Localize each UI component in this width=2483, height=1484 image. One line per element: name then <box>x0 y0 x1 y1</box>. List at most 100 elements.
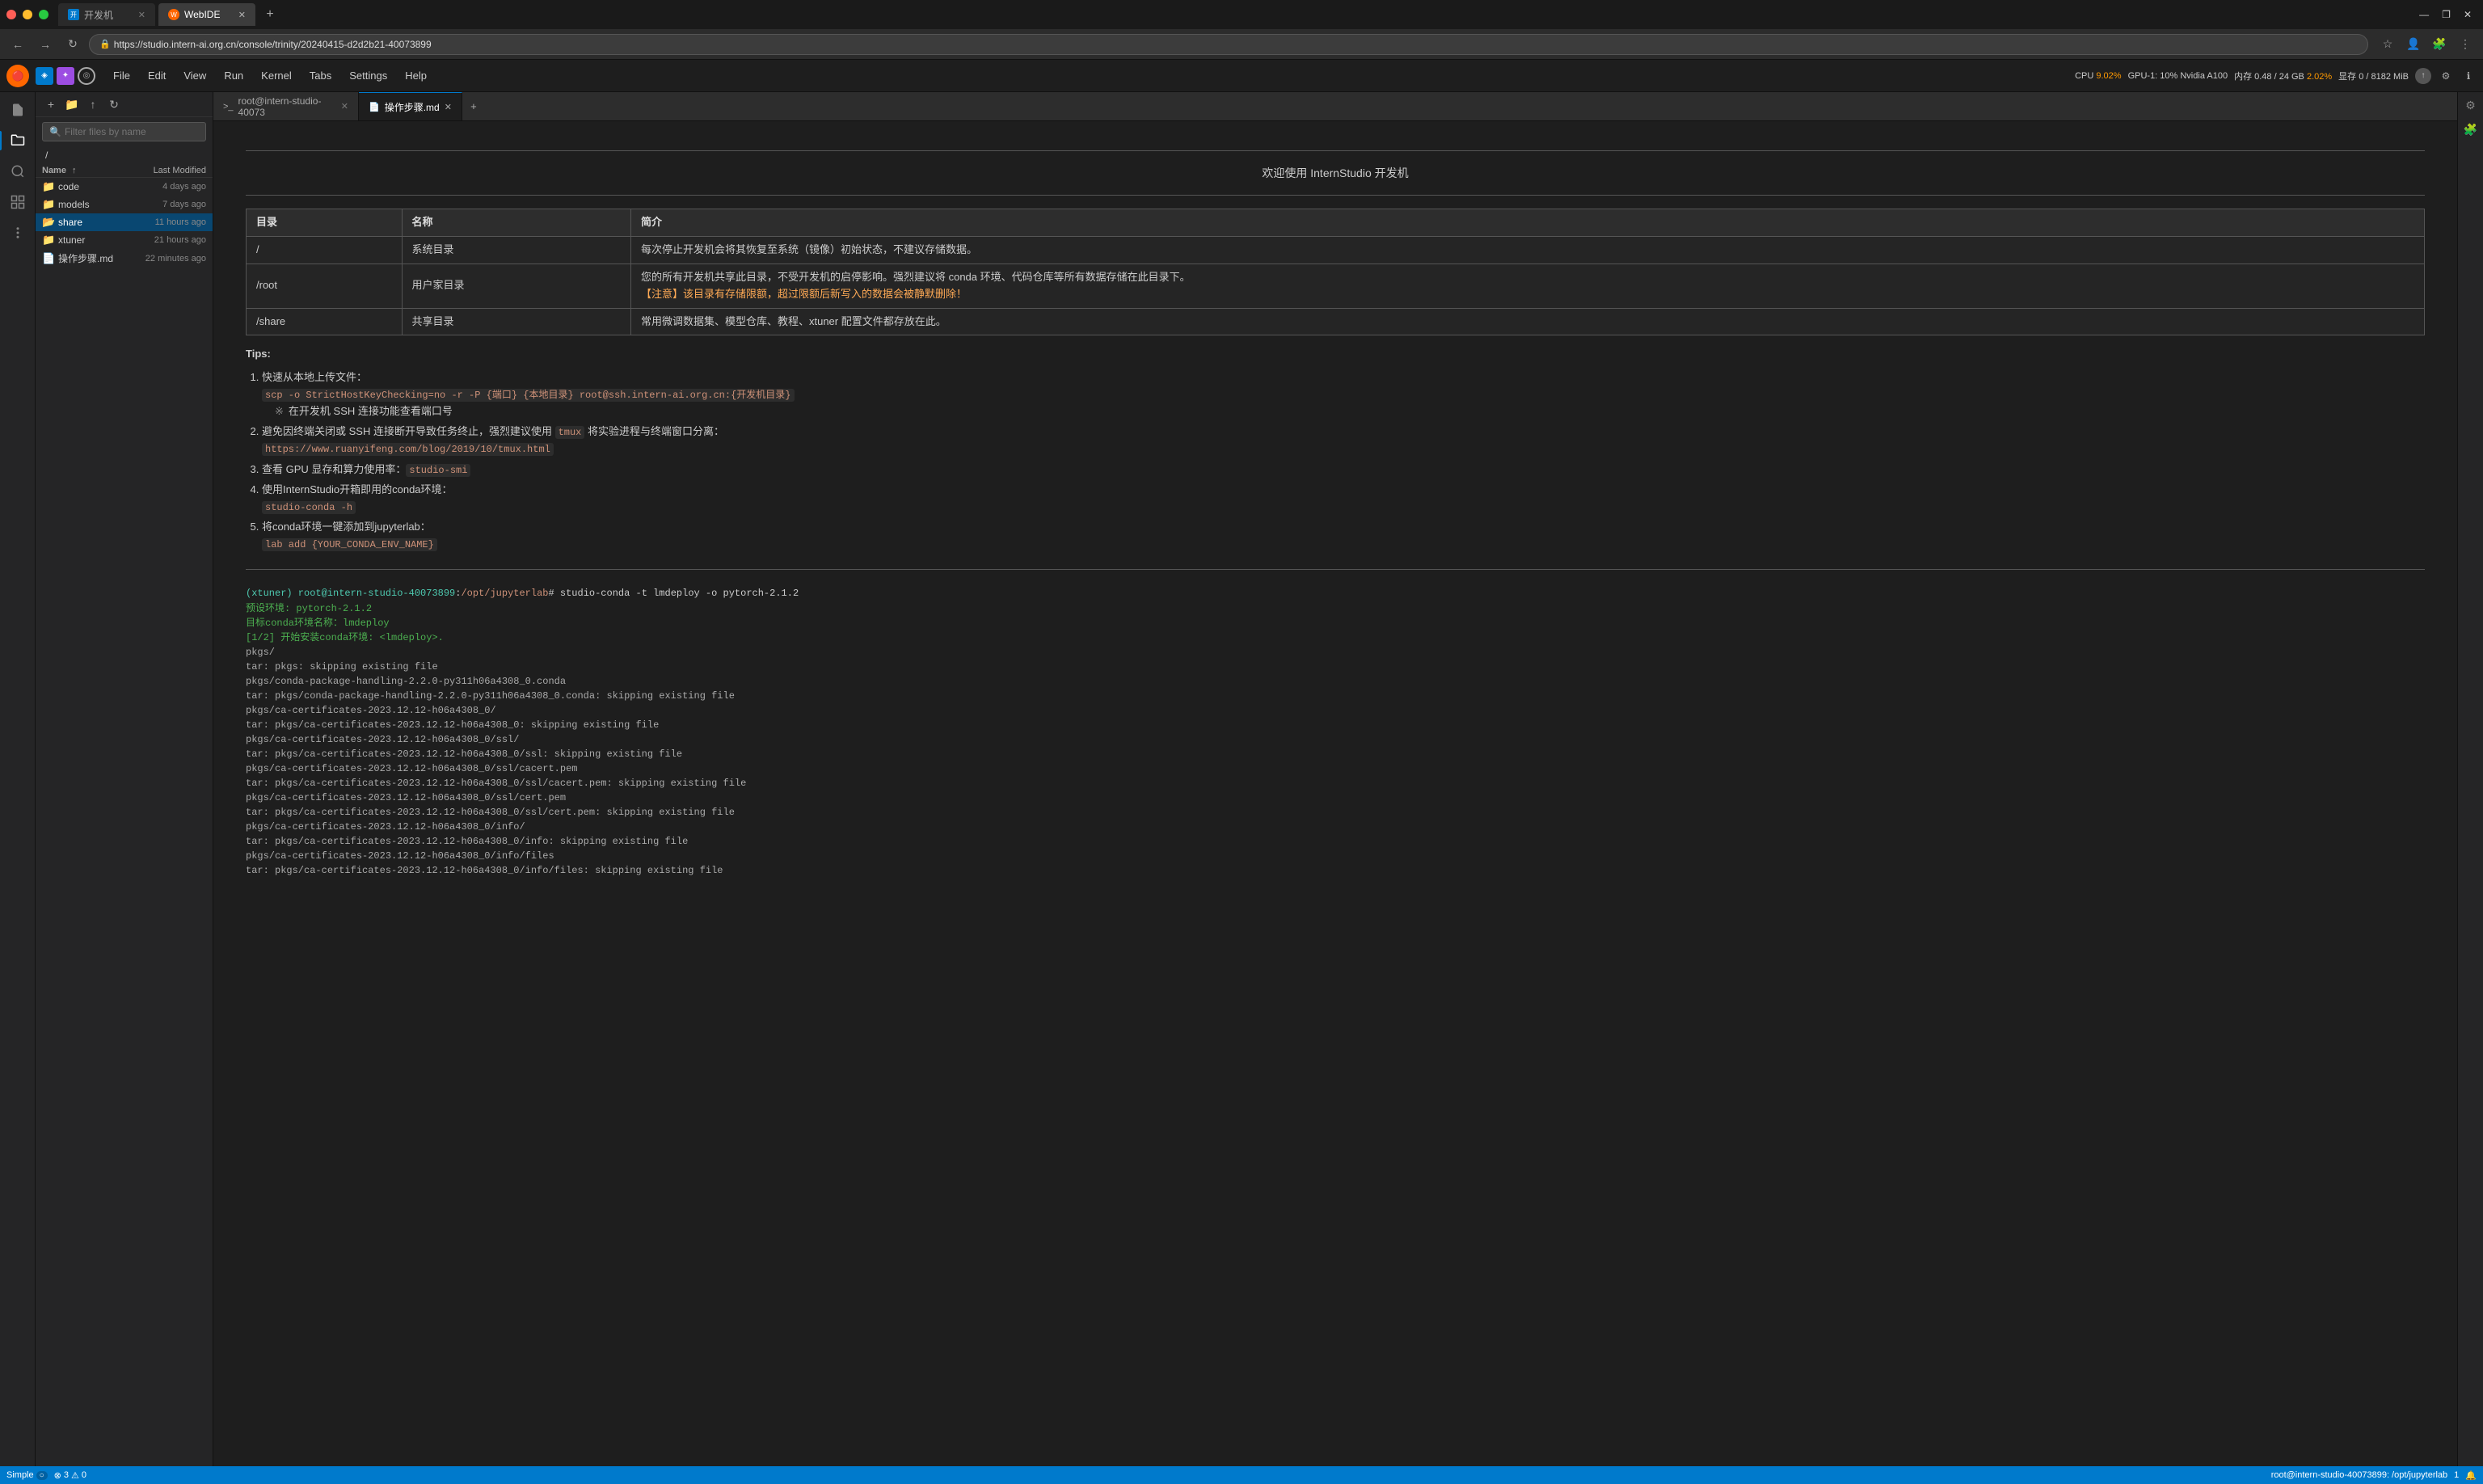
divider-mid <box>246 569 2425 570</box>
nav-menu[interactable]: ⋮ <box>2454 33 2477 56</box>
nav-back-btn[interactable]: ← <box>6 33 29 56</box>
nav-profiles[interactable]: 👤 <box>2402 33 2425 56</box>
sort-arrow-icon: ↑ <box>72 166 77 175</box>
browser-maximize[interactable]: ❐ <box>2437 9 2456 20</box>
menu-view[interactable]: View <box>175 68 214 83</box>
url-text: https://studio.intern-ai.org.cn/console/… <box>114 39 432 50</box>
status-errors[interactable]: ⊗ 3 ⚠ 0 <box>54 1470 86 1481</box>
file-item-models[interactable]: 📁 models 7 days ago <box>36 196 213 213</box>
md-tab-close[interactable]: ✕ <box>445 102 452 112</box>
table-cell: 您的所有开发机共享此目录，不受开发机的启停影响。强烈建议将 conda 环境、代… <box>630 263 2424 308</box>
status-toggle[interactable]: ○ <box>36 1471 48 1480</box>
menu-run[interactable]: Run <box>216 68 251 83</box>
term-line-14: tar: pkgs/ca-certificates-2023.12.12-h06… <box>246 834 2425 849</box>
info-icon[interactable]: ℹ <box>2460 68 2477 84</box>
tip-4: 使用InternStudio开箱即用的conda环境： studio-conda… <box>262 482 2425 516</box>
col-name-header[interactable]: Name ↑ <box>42 166 117 175</box>
tip-1: 快速从本地上传文件： scp -o StrictHostKeyChecking=… <box>262 369 2425 420</box>
browser-new-tab-btn[interactable]: + <box>259 3 281 26</box>
activity-more[interactable] <box>3 218 32 247</box>
status-path[interactable]: root@intern-studio-40073899: /opt/jupyte… <box>2271 1470 2447 1480</box>
sidebar-upload-btn[interactable]: ↑ <box>84 95 102 113</box>
win-max-dot[interactable] <box>39 10 48 19</box>
activity-extensions[interactable] <box>3 188 32 217</box>
sidebar-refresh-btn[interactable]: ↻ <box>105 95 123 113</box>
table-header-2: 简介 <box>630 209 2424 237</box>
col-modified-header[interactable]: Last Modified <box>117 166 206 175</box>
table-header-1: 名称 <box>402 209 630 237</box>
sidebar-new-file-btn[interactable]: + <box>42 95 60 113</box>
file-name-models: models <box>58 199 114 210</box>
editor-tab-md[interactable]: 📄 操作步骤.md ✕ <box>359 92 462 121</box>
file-name-xtuner: xtuner <box>58 234 114 246</box>
term-line-8: tar: pkgs/ca-certificates-2023.12.12-h06… <box>246 747 2425 761</box>
terminal-tab-close[interactable]: ✕ <box>341 101 348 112</box>
sidebar: + 📁 ↑ ↻ 🔍 / Name ↑ <box>36 92 213 1466</box>
prompt-cmd: studio-conda -t lmdeploy -o pytorch-2.1.… <box>560 588 799 599</box>
editor-tabs: >_ root@intern-studio-40073 ✕ 📄 操作步骤.md … <box>213 92 2457 121</box>
editor-tab-terminal[interactable]: >_ root@intern-studio-40073 ✕ <box>213 92 359 121</box>
browser-tab-webide-label: WebIDE <box>184 9 220 20</box>
menu-file[interactable]: File <box>105 68 138 83</box>
settings-icon[interactable]: ⚙ <box>2438 68 2454 84</box>
status-bar: Simple ○ ⊗ 3 ⚠ 0 root@intern-studio-4007… <box>0 1466 2483 1484</box>
browser-tab-dev-close[interactable]: ✕ <box>138 10 145 20</box>
right-icon-gear[interactable]: ⚙ <box>2461 95 2481 115</box>
app-container: 🔴 ◈ ✦ ◎ File Edit View Run Kernel Tabs S… <box>0 60 2483 1484</box>
editor-tab-add-btn[interactable]: + <box>462 92 485 121</box>
browser-close[interactable]: ✕ <box>2459 9 2477 20</box>
cpu-stat: CPU 9.02% <box>2075 71 2122 81</box>
menu-settings[interactable]: Settings <box>341 68 395 83</box>
file-item-md[interactable]: 📄 操作步骤.md 22 minutes ago <box>36 249 213 268</box>
file-name-share: share <box>58 217 114 228</box>
status-simple[interactable]: Simple ○ <box>6 1470 48 1480</box>
browser-tab-dev[interactable]: 开 开发机 ✕ <box>58 3 155 26</box>
status-bell-icon[interactable]: 🔔 <box>2465 1470 2477 1481</box>
tips-label: Tips: <box>246 345 2425 363</box>
table-row: / 系统目录 每次停止开发机会将其恢复至系统（镜像）初始状态，不建议存储数据。 <box>247 237 2425 264</box>
app-logo-ext: ✦ <box>57 67 74 85</box>
menu-edit[interactable]: Edit <box>140 68 174 83</box>
user-icon[interactable]: ↑ <box>2415 68 2431 84</box>
activity-explorer[interactable] <box>3 126 32 155</box>
menu-tabs[interactable]: Tabs <box>301 68 339 83</box>
file-item-share[interactable]: 📂 share 11 hours ago <box>36 213 213 231</box>
prompt-user: (xtuner) root@intern-studio-40073899 <box>246 588 455 599</box>
search-bar[interactable]: 🔍 <box>42 122 206 141</box>
term-line-2: tar: pkgs: skipping existing file <box>246 660 2425 674</box>
search-input[interactable] <box>65 126 199 137</box>
win-close-dot[interactable] <box>6 10 16 19</box>
editor-content[interactable]: 欢迎使用 InternStudio 开发机 目录 名称 简介 / <box>213 121 2457 1466</box>
term-line-10: tar: pkgs/ca-certificates-2023.12.12-h06… <box>246 776 2425 790</box>
browser-tab-dev-label: 开发机 <box>84 8 113 22</box>
win-min-dot[interactable] <box>23 10 32 19</box>
menu-help[interactable]: Help <box>397 68 435 83</box>
status-simple-label: Simple <box>6 1470 34 1480</box>
activity-search[interactable] <box>3 157 32 186</box>
terminal-section: (xtuner) root@intern-studio-40073899:/op… <box>246 586 2425 878</box>
nav-bookmark[interactable]: ☆ <box>2376 33 2399 56</box>
nav-refresh-btn[interactable]: ↻ <box>61 33 84 56</box>
browser-tab-webide[interactable]: W WebIDE ✕ <box>158 3 255 26</box>
menu-kernel[interactable]: Kernel <box>253 68 300 83</box>
right-icon-puzzle[interactable]: 🧩 <box>2461 120 2481 139</box>
browser-title-bar: 开 开发机 ✕ W WebIDE ✕ + — ❐ ✕ <box>0 0 2483 29</box>
term-line-green-3: [1/2] 开始安装conda环境: <lmdeploy>. <box>246 630 2425 645</box>
term-line-4: tar: pkgs/conda-package-handling-2.2.0-p… <box>246 689 2425 703</box>
workspace: + 📁 ↑ ↻ 🔍 / Name ↑ <box>0 92 2483 1466</box>
file-item-xtuner[interactable]: 📁 xtuner 21 hours ago <box>36 231 213 249</box>
browser-tab-webide-close[interactable]: ✕ <box>238 10 246 20</box>
nav-extensions[interactable]: 🧩 <box>2428 33 2451 56</box>
file-item-code[interactable]: 📁 code 4 days ago <box>36 178 213 196</box>
nav-forward-btn[interactable]: → <box>34 33 57 56</box>
browser-minimize[interactable]: — <box>2414 9 2434 20</box>
status-line-num[interactable]: 1 <box>2454 1470 2459 1480</box>
address-bar[interactable]: 🔒 https://studio.intern-ai.org.cn/consol… <box>89 34 2368 55</box>
prompt-path: /opt/jupyterlab <box>461 588 548 599</box>
divider-top <box>246 150 2425 151</box>
terminal-tab-label: root@intern-studio-40073 <box>238 95 336 118</box>
terminal-output: 预设环境: pytorch-2.1.2 目标conda环境名称：lmdeploy… <box>246 601 2425 878</box>
tips-list: 快速从本地上传文件： scp -o StrictHostKeyChecking=… <box>246 369 2425 552</box>
sidebar-new-folder-btn[interactable]: 📁 <box>63 95 81 113</box>
activity-files[interactable] <box>3 95 32 124</box>
